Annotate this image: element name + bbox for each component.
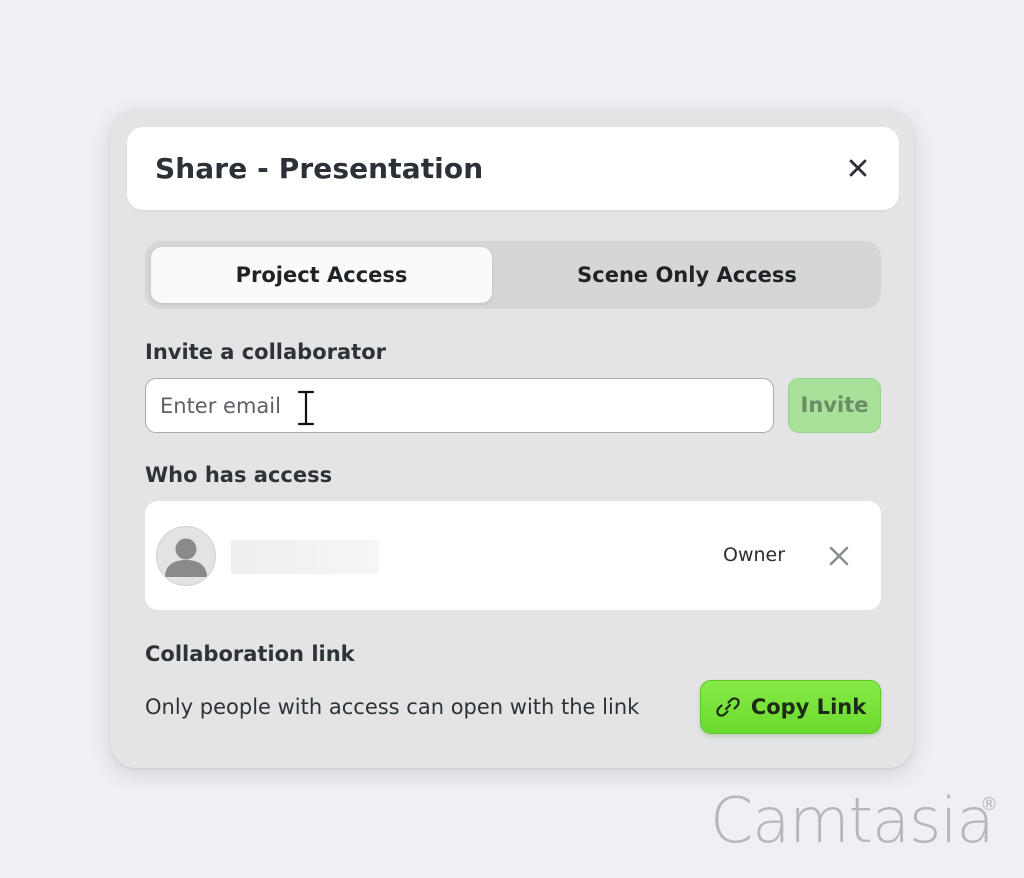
member-name-redacted <box>231 540 379 574</box>
tab-project-access[interactable]: Project Access <box>151 247 492 303</box>
camtasia-watermark: Camtasia <box>710 784 995 857</box>
remove-member-button[interactable] <box>825 542 853 570</box>
close-button[interactable] <box>843 153 873 183</box>
access-section-label: Who has access <box>145 463 333 487</box>
access-list: Owner <box>145 501 881 610</box>
dialog-title: Share - Presentation <box>155 152 484 185</box>
invite-button[interactable]: Invite <box>788 378 881 433</box>
screen: Share - Presentation Project Access Scen… <box>0 0 1024 878</box>
share-dialog: Share - Presentation Project Access Scen… <box>110 110 914 768</box>
access-scope-toggle: Project Access Scene Only Access <box>145 241 881 309</box>
remove-icon <box>829 546 849 566</box>
collab-link-description: Only people with access can open with th… <box>145 695 640 719</box>
text-cursor-icon <box>296 390 316 426</box>
member-role: Owner <box>723 544 786 566</box>
copy-link-button[interactable]: Copy Link <box>700 680 881 734</box>
dialog-header: Share - Presentation <box>127 127 899 210</box>
close-icon <box>849 159 867 177</box>
tab-scene-only-access[interactable]: Scene Only Access <box>499 247 875 303</box>
avatar <box>156 526 216 586</box>
registered-mark: ® <box>980 794 998 815</box>
user-avatar-icon <box>165 538 207 577</box>
copy-link-label: Copy Link <box>750 695 867 719</box>
collab-link-section-label: Collaboration link <box>145 642 355 666</box>
link-icon <box>716 697 740 717</box>
invite-section-label: Invite a collaborator <box>145 340 386 364</box>
email-input[interactable] <box>145 378 774 433</box>
